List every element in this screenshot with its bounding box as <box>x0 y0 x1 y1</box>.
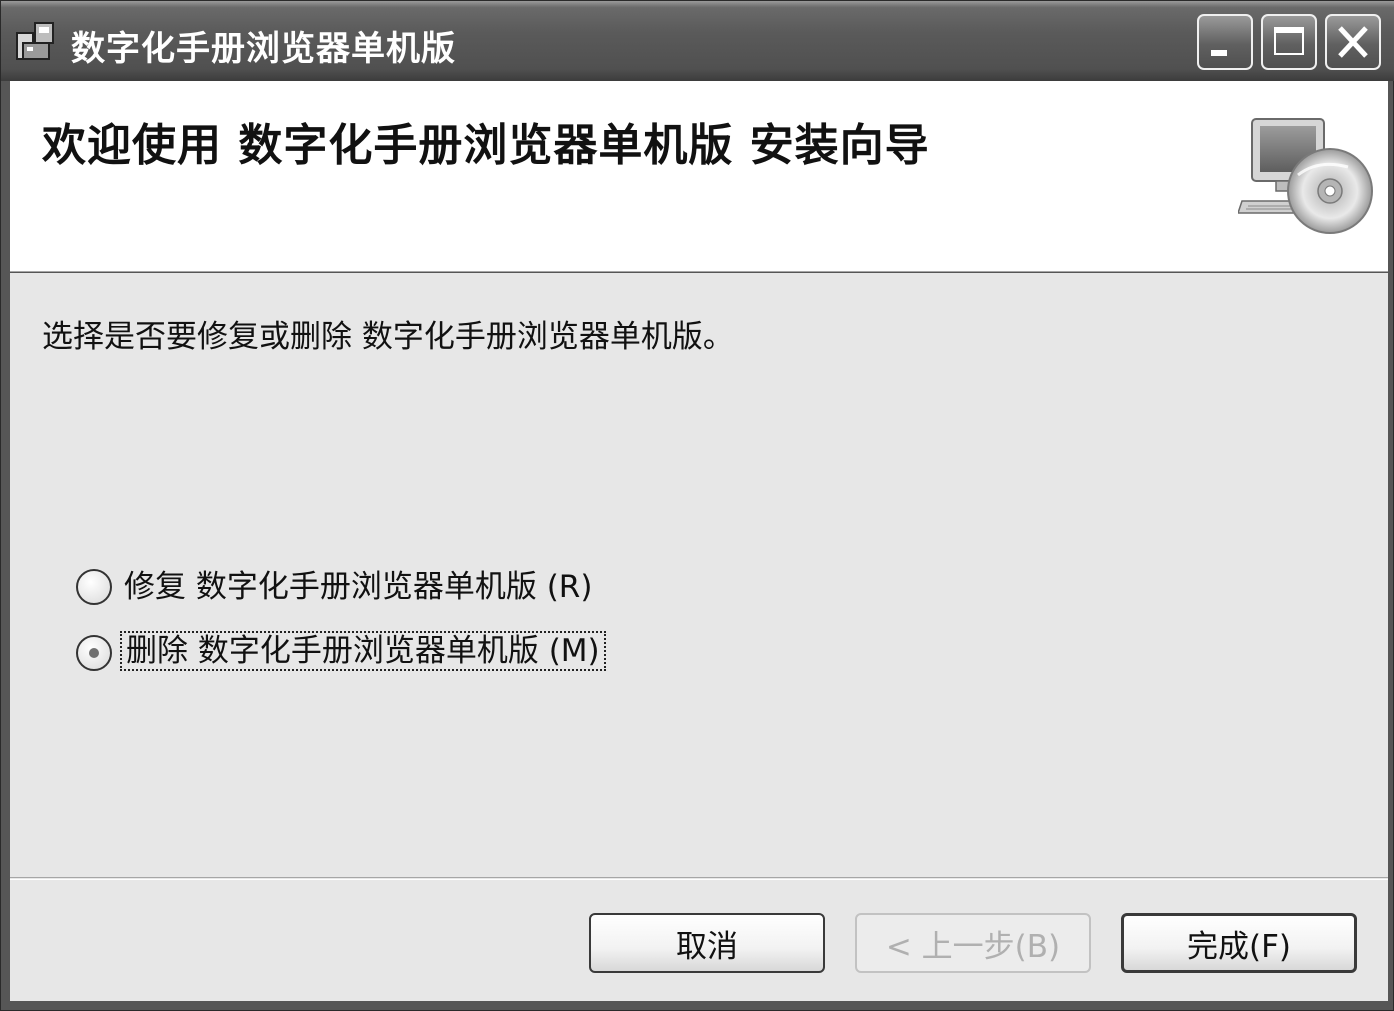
radio-selected-dot <box>89 648 99 658</box>
maximize-button[interactable] <box>1261 14 1317 70</box>
repair-option-label[interactable]: 修复 数字化手册浏览器单机版 (R) <box>120 569 596 605</box>
remove-radio[interactable] <box>76 635 112 671</box>
footer-divider <box>10 877 1388 880</box>
wizard-heading: 欢迎使用 数字化手册浏览器单机版 安装向导 <box>42 120 930 171</box>
remove-option-label[interactable]: 删除 数字化手册浏览器单机版 (M) <box>120 631 606 671</box>
minimize-icon <box>1211 50 1227 56</box>
maximize-icon <box>1274 27 1304 55</box>
prompt-text: 选择是否要修复或删除 数字化手册浏览器单机版。 <box>42 319 734 355</box>
finish-button[interactable]: 完成(F) <box>1121 913 1357 973</box>
back-button[interactable]: < 上一步(B) <box>855 913 1091 973</box>
window-title: 数字化手册浏览器单机版 <box>71 29 456 69</box>
cancel-button[interactable]: 取消 <box>589 913 825 973</box>
installer-window: 数字化手册浏览器单机版 欢迎使用 数字化手册浏览器单机版 安装向导 选择是否要修… <box>0 0 1394 1011</box>
close-icon <box>1338 26 1368 58</box>
title-bar[interactable]: 数字化手册浏览器单机版 <box>1 1 1394 81</box>
repair-radio[interactable] <box>76 569 112 605</box>
close-button[interactable] <box>1325 14 1381 70</box>
wizard-header: 欢迎使用 数字化手册浏览器单机版 安装向导 <box>10 81 1388 271</box>
wizard-body: 选择是否要修复或删除 数字化手册浏览器单机版。 修复 数字化手册浏览器单机版 (… <box>10 273 1388 1001</box>
computer-cd-icon <box>1238 118 1373 234</box>
minimize-button[interactable] <box>1197 14 1253 70</box>
setup-app-icon <box>16 22 54 60</box>
